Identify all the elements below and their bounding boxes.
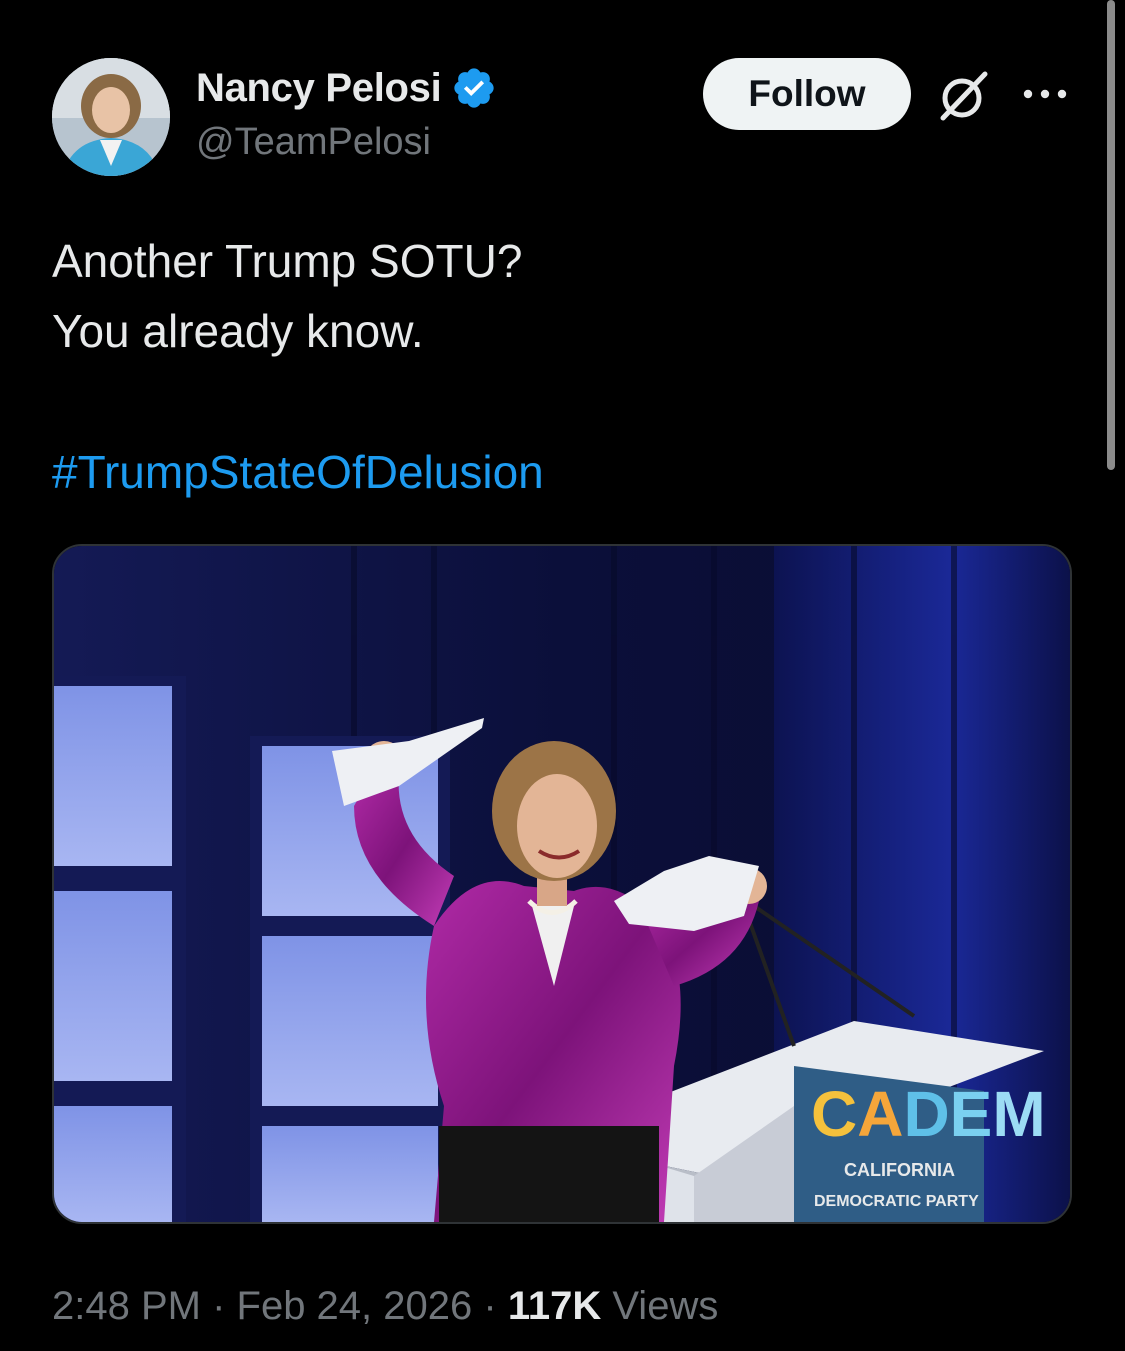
meta-separator: ·	[200, 1284, 237, 1328]
views-count[interactable]: 117K	[508, 1284, 601, 1328]
podium-subtitle-2: DEMOCRATIC PARTY	[814, 1193, 979, 1210]
more-options-icon[interactable]	[1020, 82, 1070, 106]
tweet-text-line: You already know.	[52, 305, 424, 357]
follow-button[interactable]: Follow	[703, 58, 911, 130]
tweet-media-image[interactable]: CADEM CALIFORNIA DEMOCRATIC PARTY	[52, 544, 1072, 1224]
podium-logo-text: CADEM	[811, 1078, 1046, 1150]
author-handle[interactable]: @TeamPelosi	[196, 121, 431, 164]
verified-badge-icon	[451, 65, 497, 111]
author-name[interactable]: Nancy Pelosi	[196, 66, 442, 111]
media-photo: CADEM CALIFORNIA DEMOCRATIC PARTY	[54, 546, 1070, 1222]
author-name-row: Nancy Pelosi	[196, 62, 497, 114]
scrollbar[interactable]	[1107, 0, 1115, 470]
tweet-text-line: Another Trump SOTU?	[52, 235, 523, 287]
tweet-meta: 2:48 PM · Feb 24, 2026 · 117K Views	[52, 1278, 718, 1334]
tweet-time[interactable]: 2:48 PM	[52, 1284, 201, 1328]
podium-subtitle: CALIFORNIA	[844, 1160, 955, 1180]
avatar-photo	[52, 58, 170, 176]
tweet-text: Another Trump SOTU? You already know.	[52, 226, 1062, 366]
author-avatar[interactable]	[52, 58, 170, 176]
meta-separator: ·	[472, 1284, 508, 1328]
views-label: Views	[601, 1284, 719, 1328]
hashtag-link[interactable]: #TrumpStateOfDelusion	[52, 442, 544, 502]
tweet-date[interactable]: Feb 24, 2026	[237, 1284, 473, 1328]
grok-icon[interactable]	[935, 68, 991, 124]
